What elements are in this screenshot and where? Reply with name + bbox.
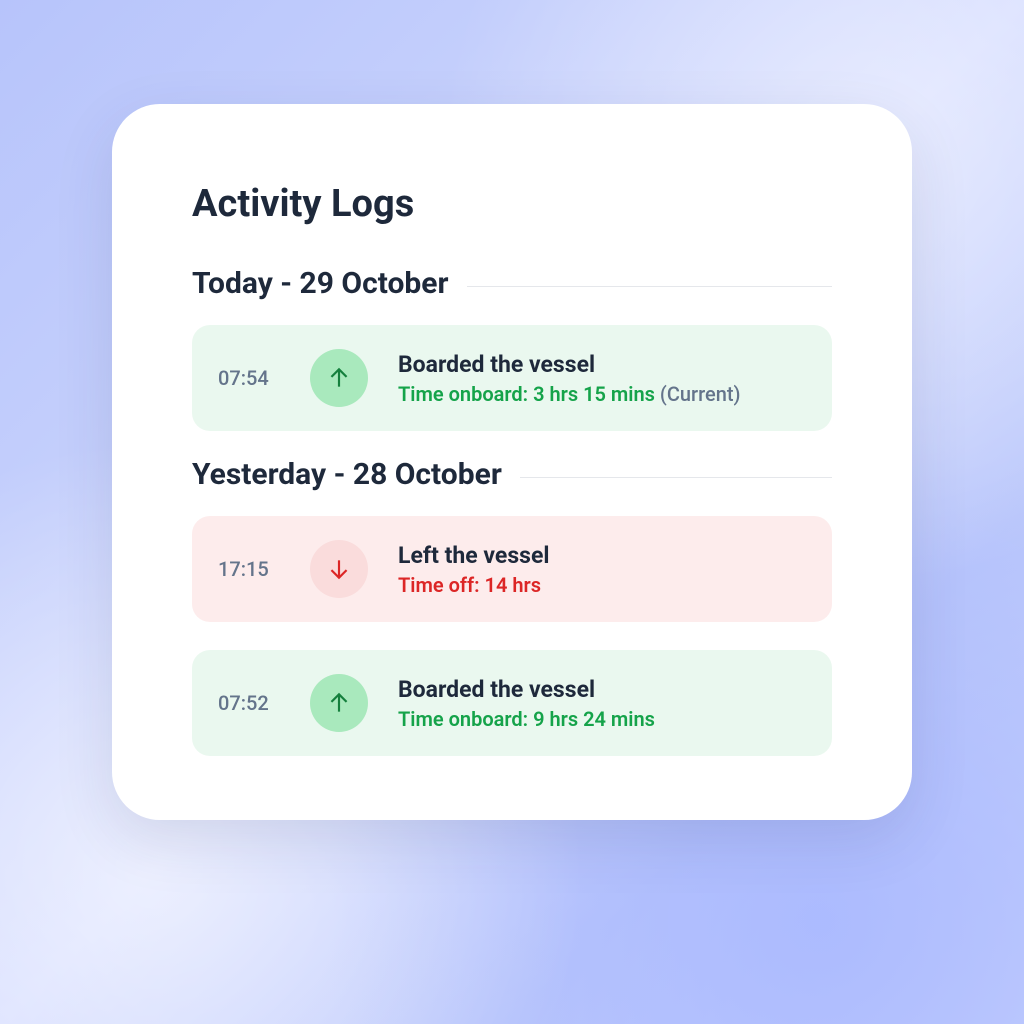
log-headline: Left the vessel <box>398 542 806 569</box>
arrow-up-icon <box>310 349 368 407</box>
activity-logs-card: Activity Logs Today - 29 October 07:54 B… <box>112 104 912 820</box>
section-heading: Yesterday - 28 October <box>192 457 502 492</box>
log-body: Boarded the vessel Time onboard: 3 hrs 1… <box>398 351 806 406</box>
log-headline: Boarded the vessel <box>398 676 806 703</box>
log-entry[interactable]: 07:52 Boarded the vessel Time onboard: 9… <box>192 650 832 756</box>
log-body: Left the vessel Time off: 14 hrs <box>398 542 806 597</box>
section-header-today: Today - 29 October <box>192 266 832 301</box>
log-subline-text: Time off: 14 hrs <box>398 573 541 597</box>
log-headline: Boarded the vessel <box>398 351 806 378</box>
log-subline-text: Time onboard: 3 hrs 15 mins <box>398 382 655 406</box>
arrow-up-icon <box>310 674 368 732</box>
log-time: 07:52 <box>218 691 310 715</box>
log-entry[interactable]: 17:15 Left the vessel Time off: 14 hrs <box>192 516 832 622</box>
divider <box>520 477 832 478</box>
section-header-yesterday: Yesterday - 28 October <box>192 457 832 492</box>
log-time: 07:54 <box>218 366 310 390</box>
arrow-down-icon <box>310 540 368 598</box>
log-subline-text: Time onboard: 9 hrs 24 mins <box>398 707 655 731</box>
log-subline: Time onboard: 9 hrs 24 mins <box>398 707 806 731</box>
log-subline: Time onboard: 3 hrs 15 mins (Current) <box>398 382 806 406</box>
log-body: Boarded the vessel Time onboard: 9 hrs 2… <box>398 676 806 731</box>
log-entry[interactable]: 07:54 Boarded the vessel Time onboard: 3… <box>192 325 832 431</box>
section-heading: Today - 29 October <box>192 266 449 301</box>
log-subline: Time off: 14 hrs <box>398 573 806 597</box>
divider <box>467 286 833 287</box>
log-subline-suffix: (Current) <box>655 382 741 406</box>
page-title: Activity Logs <box>192 182 832 226</box>
log-time: 17:15 <box>218 557 310 581</box>
